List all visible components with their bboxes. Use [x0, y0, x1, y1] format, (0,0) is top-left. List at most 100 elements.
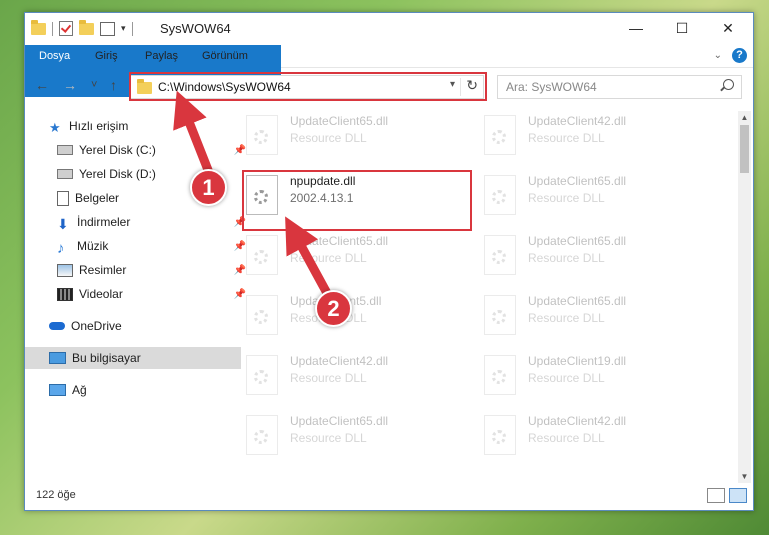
file-item[interactable]: UpdateClient65.dll Resource DLL	[480, 231, 708, 283]
recent-locations-button[interactable]: ˅	[91, 79, 97, 91]
dll-file-icon	[246, 235, 278, 275]
sidebar-item-label: Ağ	[72, 383, 87, 397]
folder-icon	[31, 19, 46, 35]
file-name: UpdateClient42.dll	[528, 114, 627, 128]
file-item[interactable]: UpdateClient42.dll Resource DLL	[242, 351, 470, 403]
file-description: Resource DLL	[528, 251, 605, 265]
video-icon	[57, 287, 73, 301]
sidebar-item-this-pc[interactable]: Bu bilgisayar	[25, 347, 241, 369]
tiles-view-icon[interactable]	[729, 488, 747, 503]
sidebar-item-downloads[interactable]: ⬇ İndirmeler 📌	[25, 211, 249, 233]
file-list: UpdateClient65.dll Resource DLL UpdateCl…	[232, 109, 732, 481]
file-description: Resource DLL	[528, 431, 605, 445]
file-highlight-box	[242, 170, 472, 231]
search-input[interactable]: Ara: SysWOW64	[506, 80, 597, 94]
computer-icon	[49, 352, 66, 364]
pictures-icon	[57, 263, 73, 277]
step-1-badge: 1	[190, 169, 227, 206]
divider	[131, 21, 133, 36]
file-name: UpdateClient65.dll	[290, 414, 389, 428]
file-item[interactable]: UpdateClient42.dll Resource DLL	[480, 111, 708, 163]
minimize-button[interactable]: —	[613, 13, 659, 43]
file-item[interactable]: UpdateClient65.dll Resource DLL	[480, 171, 708, 223]
file-description: Resource DLL	[528, 191, 605, 205]
forward-button[interactable]: →	[63, 77, 77, 93]
star-icon: ★	[49, 120, 61, 135]
file-description: Resource DLL	[290, 251, 367, 265]
document-icon	[57, 190, 69, 206]
divider	[52, 21, 53, 36]
dll-file-icon	[484, 115, 516, 155]
download-icon: ⬇	[57, 216, 69, 232]
sidebar-item-network[interactable]: Ağ	[25, 379, 241, 401]
item-count: 122 öğe	[36, 489, 76, 501]
scroll-thumb[interactable]	[740, 125, 749, 173]
vertical-scrollbar[interactable]: ▲ ▼	[738, 111, 751, 483]
sidebar-item-music[interactable]: ♪ Müzik 📌	[25, 235, 249, 257]
dll-file-icon	[484, 415, 516, 455]
maximize-button[interactable]: ☐	[659, 13, 705, 43]
file-name: UpdateClient65.dll	[290, 234, 389, 248]
search-icon[interactable]	[723, 79, 734, 90]
customize-icon[interactable]	[100, 21, 115, 36]
file-item[interactable]: UpdateClient65.dll Resource DLL	[242, 411, 470, 463]
cloud-icon	[49, 322, 65, 330]
file-item[interactable]: UpdateClient19.dll Resource DLL	[480, 351, 708, 403]
dll-file-icon	[484, 175, 516, 215]
close-button[interactable]: ✕	[705, 13, 751, 43]
file-name: UpdateClient19.dll	[528, 354, 627, 368]
file-description: Resource DLL	[528, 131, 605, 145]
file-name: UpdateClient65.dll	[528, 174, 627, 188]
drive-icon	[57, 145, 73, 155]
file-item[interactable]: UpdateClient65.dll Resource DLL	[242, 231, 470, 283]
dll-file-icon	[484, 355, 516, 395]
explorer-window: ▾ SysWOW64 — ☐ ✕ Dosya Giriş Paylaş Görü…	[24, 12, 754, 511]
file-item[interactable]: UpdateClient65.dll Resource DLL	[480, 291, 708, 343]
sidebar-item-pictures[interactable]: Resimler 📌	[25, 259, 249, 281]
up-button[interactable]: ↑	[110, 77, 117, 93]
music-icon: ♪	[57, 240, 65, 257]
file-description: Resource DLL	[528, 371, 605, 385]
drive-icon	[57, 169, 73, 179]
tab-home[interactable]: Giriş	[85, 45, 128, 67]
sidebar-item-quick-access[interactable]: ★ Hızlı erişim	[25, 115, 241, 137]
tab-view[interactable]: Görünüm	[192, 45, 258, 67]
expand-ribbon-icon[interactable]: ⌄	[714, 50, 722, 61]
dll-file-icon	[246, 295, 278, 335]
sidebar-item-label: Hızlı erişim	[69, 119, 129, 133]
address-highlight-box	[129, 72, 487, 101]
file-item[interactable]: UpdateClient5.dll Resource DLL	[242, 291, 470, 343]
sidebar-item-label: OneDrive	[71, 319, 122, 333]
status-bar: 122 öğe	[25, 482, 753, 510]
search-box[interactable]: Ara: SysWOW64	[497, 75, 742, 99]
file-item[interactable]: UpdateClient42.dll Resource DLL	[480, 411, 708, 463]
sidebar-item-videos[interactable]: Videolar 📌	[25, 283, 249, 305]
file-description: Resource DLL	[290, 131, 367, 145]
sidebar-item-onedrive[interactable]: OneDrive	[25, 315, 241, 337]
scroll-up-icon[interactable]: ▲	[738, 111, 751, 124]
sidebar-item-label: Resimler	[79, 263, 127, 277]
file-description: Resource DLL	[290, 431, 367, 445]
file-name: UpdateClient65.dll	[528, 294, 627, 308]
file-item[interactable]: UpdateClient65.dll Resource DLL	[242, 111, 470, 163]
properties-check-icon[interactable]	[59, 21, 73, 36]
sidebar-item-label: Videolar	[79, 287, 123, 301]
sidebar-item-local-disk-c[interactable]: Yerel Disk (C:) 📌	[25, 139, 249, 161]
file-name: UpdateClient42.dll	[528, 414, 627, 428]
customize-dropdown-icon[interactable]: ▾	[121, 23, 126, 34]
file-name: UpdateClient42.dll	[290, 354, 389, 368]
back-button[interactable]: ←	[35, 77, 49, 93]
new-folder-icon[interactable]	[79, 19, 94, 35]
dll-file-icon	[484, 295, 516, 335]
help-icon[interactable]: ?	[732, 48, 747, 63]
dll-file-icon	[246, 115, 278, 155]
tab-share[interactable]: Paylaş	[135, 45, 188, 67]
details-view-icon[interactable]	[707, 488, 725, 503]
file-name: UpdateClient65.dll	[290, 114, 389, 128]
window-title: SysWOW64	[160, 21, 231, 36]
title-bar: ▾ SysWOW64 — ☐ ✕	[25, 13, 753, 45]
dll-file-icon	[246, 355, 278, 395]
sidebar-item-label: İndirmeler	[77, 215, 131, 229]
navigation-pane: ★ Hızlı erişim Yerel Disk (C:) 📌 Yerel D…	[25, 109, 246, 479]
sidebar-item-label: Bu bilgisayar	[72, 351, 141, 365]
